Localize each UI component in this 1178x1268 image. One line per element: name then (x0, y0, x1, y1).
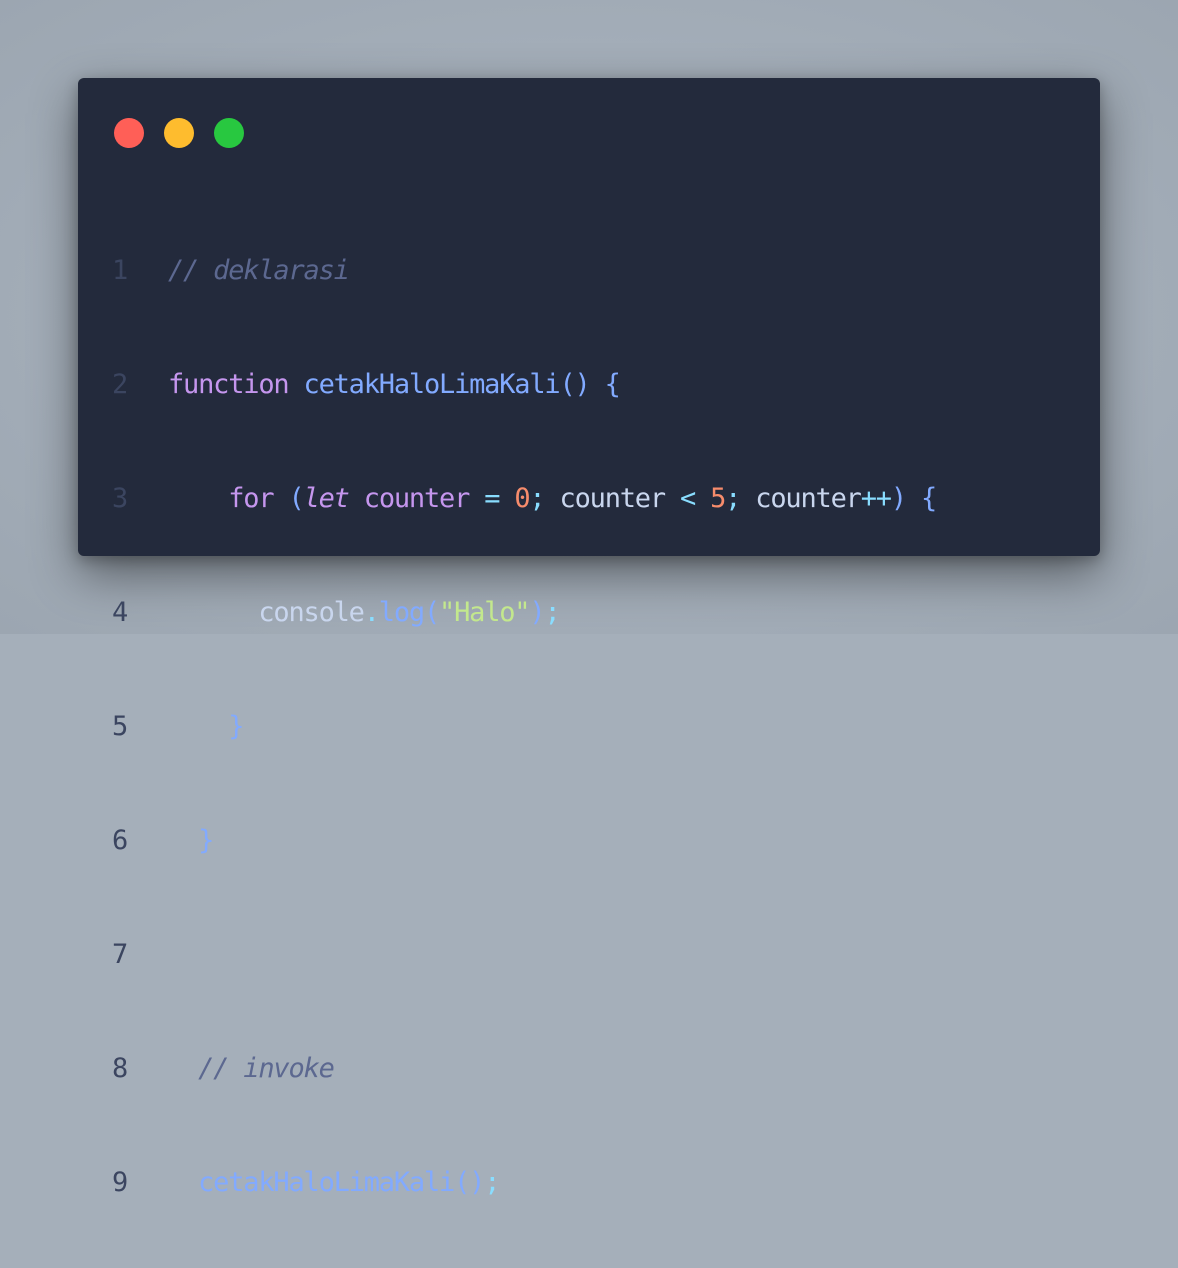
paren-token: ( (423, 597, 440, 628)
punctuation-token: ; (725, 483, 741, 514)
paren-token: () (559, 369, 590, 400)
object-token: console (258, 597, 365, 628)
line-number: 1 (112, 255, 128, 286)
punctuation-token: ; (544, 597, 560, 628)
maximize-button[interactable] (214, 118, 244, 148)
comment-token: // deklarasi (168, 255, 350, 286)
paren-token: ( (288, 483, 304, 514)
code-line-6: 6 } (112, 822, 936, 860)
line-number: 4 (112, 597, 128, 628)
line-number: 3 (112, 483, 128, 514)
close-button[interactable] (114, 118, 144, 148)
punctuation-token: . (363, 597, 380, 628)
code-line-7: 7 (112, 936, 936, 974)
number-token: 5 (710, 483, 726, 514)
punctuation-token: ; (529, 483, 545, 514)
code-line-8: 8 // invoke (112, 1050, 936, 1088)
line-number: 6 (112, 825, 128, 856)
code-line-9: 9 cetakHaloLimaKali(); (112, 1164, 936, 1202)
comment-token: // invoke (198, 1053, 335, 1084)
variable-token: counter (755, 483, 862, 514)
code-line-3: 3 for (let counter = 0; counter < 5; cou… (112, 480, 937, 518)
number-token: 0 (514, 483, 530, 514)
operator-token: < (679, 483, 696, 514)
code-line-1: 1 // deklarasi (112, 252, 936, 290)
line-number: 7 (112, 939, 128, 970)
code-window: 1 // deklarasi 2 function cetakHaloLimaKal… (78, 78, 1100, 1198)
line-number: 5 (112, 711, 128, 742)
paren-token: ) (890, 483, 907, 514)
variable-token: counter (363, 483, 471, 514)
brace-token: } (228, 711, 244, 742)
code-line-2: 2 function cetakHaloLimaKali() { (112, 366, 936, 404)
keyword-token: let (303, 483, 350, 514)
brace-token: } (198, 825, 214, 856)
code-block: 1 // deklarasi 2 function cetakHaloLimaKal… (112, 176, 937, 1268)
minimize-button[interactable] (164, 118, 194, 148)
function-call-token: cetakHaloLimaKali (198, 1167, 455, 1198)
keyword-token: for (228, 483, 274, 514)
variable-token: counter (559, 483, 667, 514)
operator-token: ++ (860, 483, 892, 514)
paren-token: () (454, 1167, 485, 1198)
brace-token: { (920, 483, 937, 514)
string-token: "Halo" (439, 597, 531, 628)
code-line-4: 4 console.log("Halo"); (112, 594, 936, 632)
line-number: 9 (112, 1167, 128, 1198)
function-name-token: cetakHaloLimaKali (303, 369, 561, 400)
punctuation-token: ; (484, 1167, 500, 1198)
line-number: 8 (112, 1053, 128, 1084)
line-number: 2 (112, 369, 128, 400)
code-line-5: 5 } (112, 708, 936, 746)
paren-token: ) (529, 597, 545, 628)
keyword-token: function (168, 369, 290, 400)
operator-token: = (484, 483, 500, 514)
background: 1 // deklarasi 2 function cetakHaloLimaKal… (0, 0, 1178, 1198)
brace-token: { (604, 369, 621, 400)
method-token: log (378, 597, 425, 628)
